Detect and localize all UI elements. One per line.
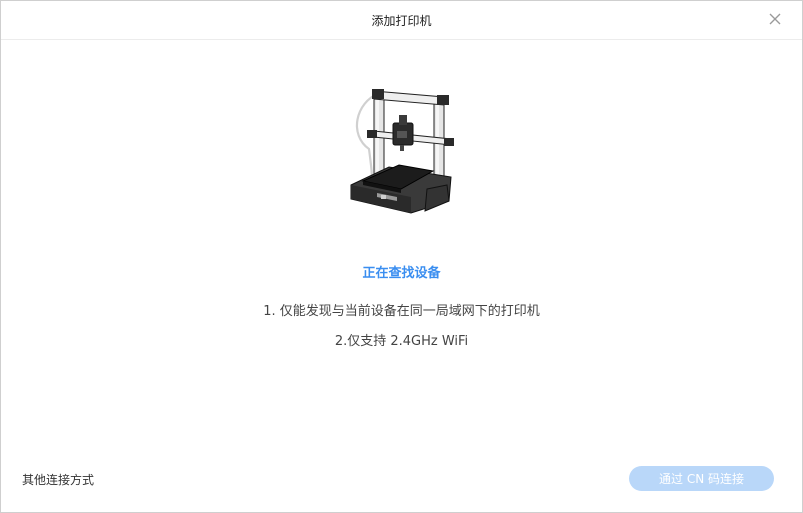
note-wifi-band: 2.仅支持 2.4GHz WiFi [334, 334, 469, 349]
printer-illustration [350, 89, 454, 214]
note-same-lan: 1. 仅能发现与当前设备在同一局域网下的打印机 [263, 304, 540, 319]
connect-by-cn-code-button[interactable]: 通过 CN 码连接 [629, 466, 774, 491]
dialog-titlebar: 添加打印机 [1, 1, 802, 40]
dialog-title: 添加打印机 [371, 13, 432, 28]
close-icon[interactable] [768, 12, 782, 26]
searching-status: 正在查找设备 [362, 266, 441, 281]
other-connection-link[interactable]: 其他连接方式 [22, 471, 94, 488]
add-printer-dialog: 添加打印机 正在查找设备 1. 仅能发现与当前设备在同一局域网下的打印机 2.仅… [0, 0, 803, 513]
